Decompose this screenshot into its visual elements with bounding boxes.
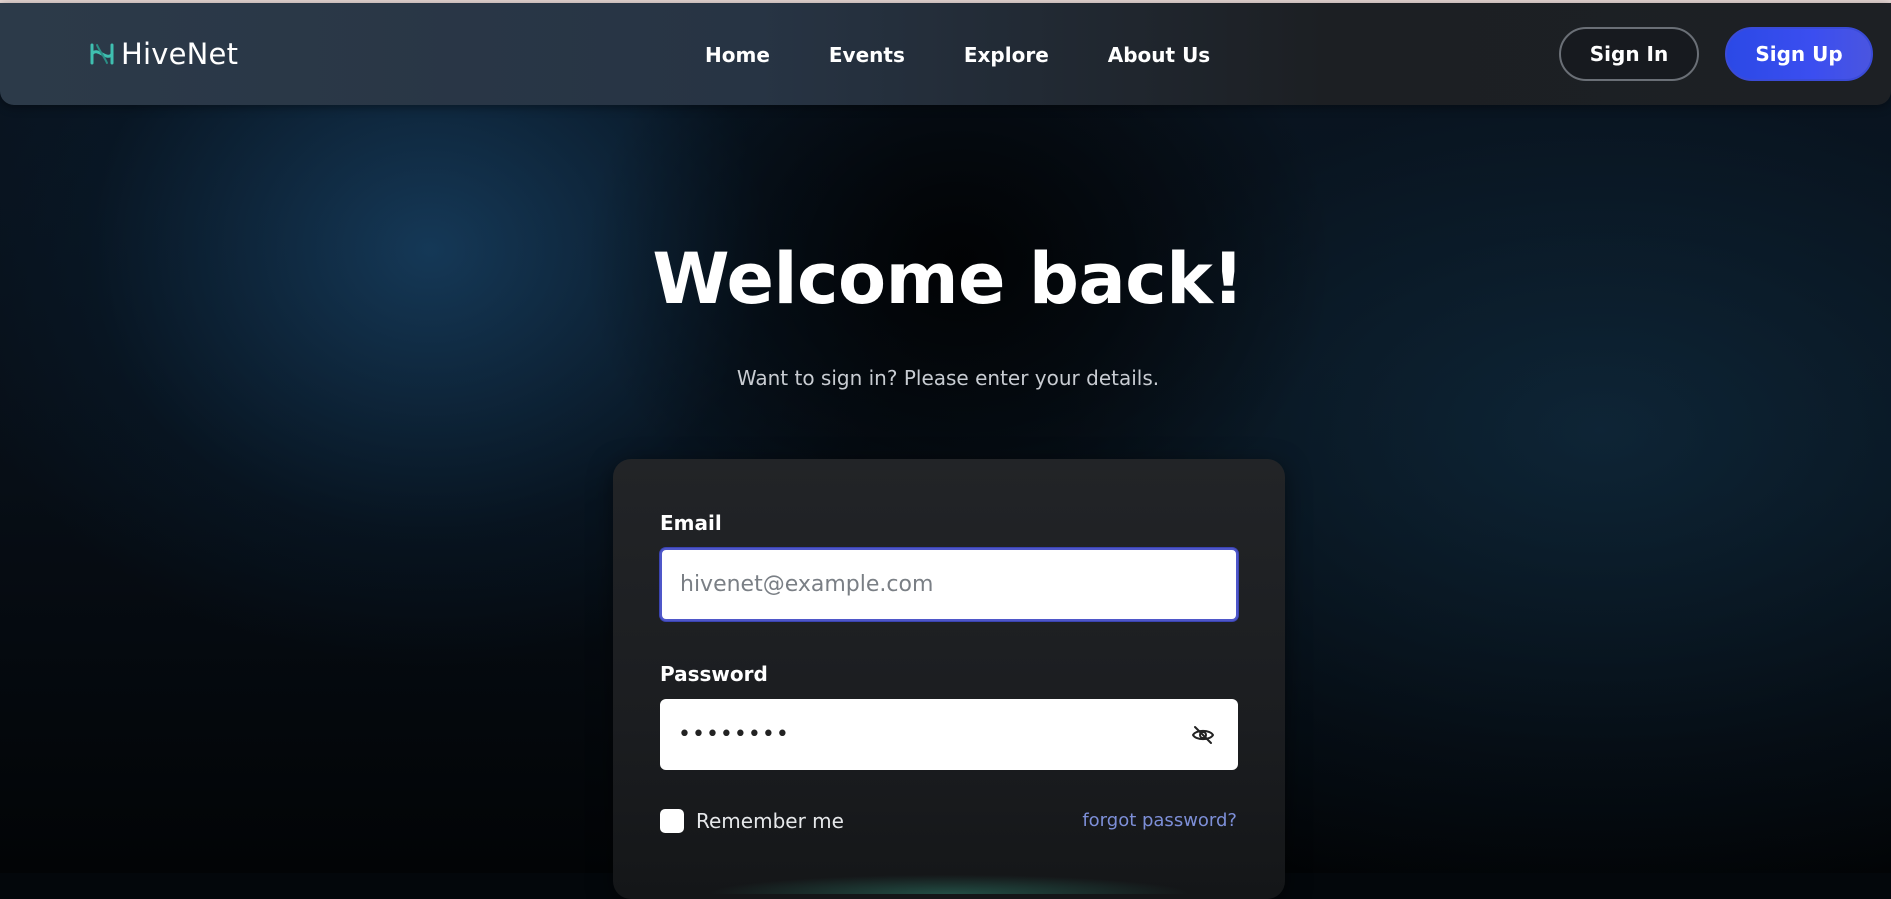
nav-events[interactable]: Events [829, 43, 905, 67]
main-nav: Home Events Explore About Us [705, 43, 1210, 67]
email-field[interactable] [660, 548, 1238, 621]
submit-button[interactable] [660, 854, 1238, 894]
remember-me-checkbox[interactable] [660, 809, 684, 833]
remember-me-label: Remember me [696, 809, 844, 833]
password-label: Password [660, 662, 768, 686]
page-title: Welcome back! [652, 238, 1244, 320]
sign-in-card: Email Password Remember me forgot passwo… [613, 459, 1285, 899]
hivenet-logo-icon [89, 41, 115, 67]
sign-up-button[interactable]: Sign Up [1725, 27, 1873, 81]
page-subtitle: Want to sign in? Please enter your detai… [736, 366, 1160, 390]
nav-explore[interactable]: Explore [964, 43, 1049, 67]
navbar: HiveNet Home Events Explore About Us Sig… [0, 3, 1891, 105]
forgot-password-link[interactable]: forgot password? [1082, 810, 1237, 831]
password-field[interactable] [660, 699, 1238, 770]
nav-about-us[interactable]: About Us [1108, 43, 1210, 67]
brand-name: HiveNet [121, 37, 239, 71]
brand-logo[interactable]: HiveNet [89, 37, 238, 71]
email-label: Email [660, 511, 722, 535]
eye-off-icon[interactable] [1188, 720, 1218, 750]
nav-home[interactable]: Home [705, 43, 770, 67]
sign-in-button[interactable]: Sign In [1559, 27, 1699, 81]
